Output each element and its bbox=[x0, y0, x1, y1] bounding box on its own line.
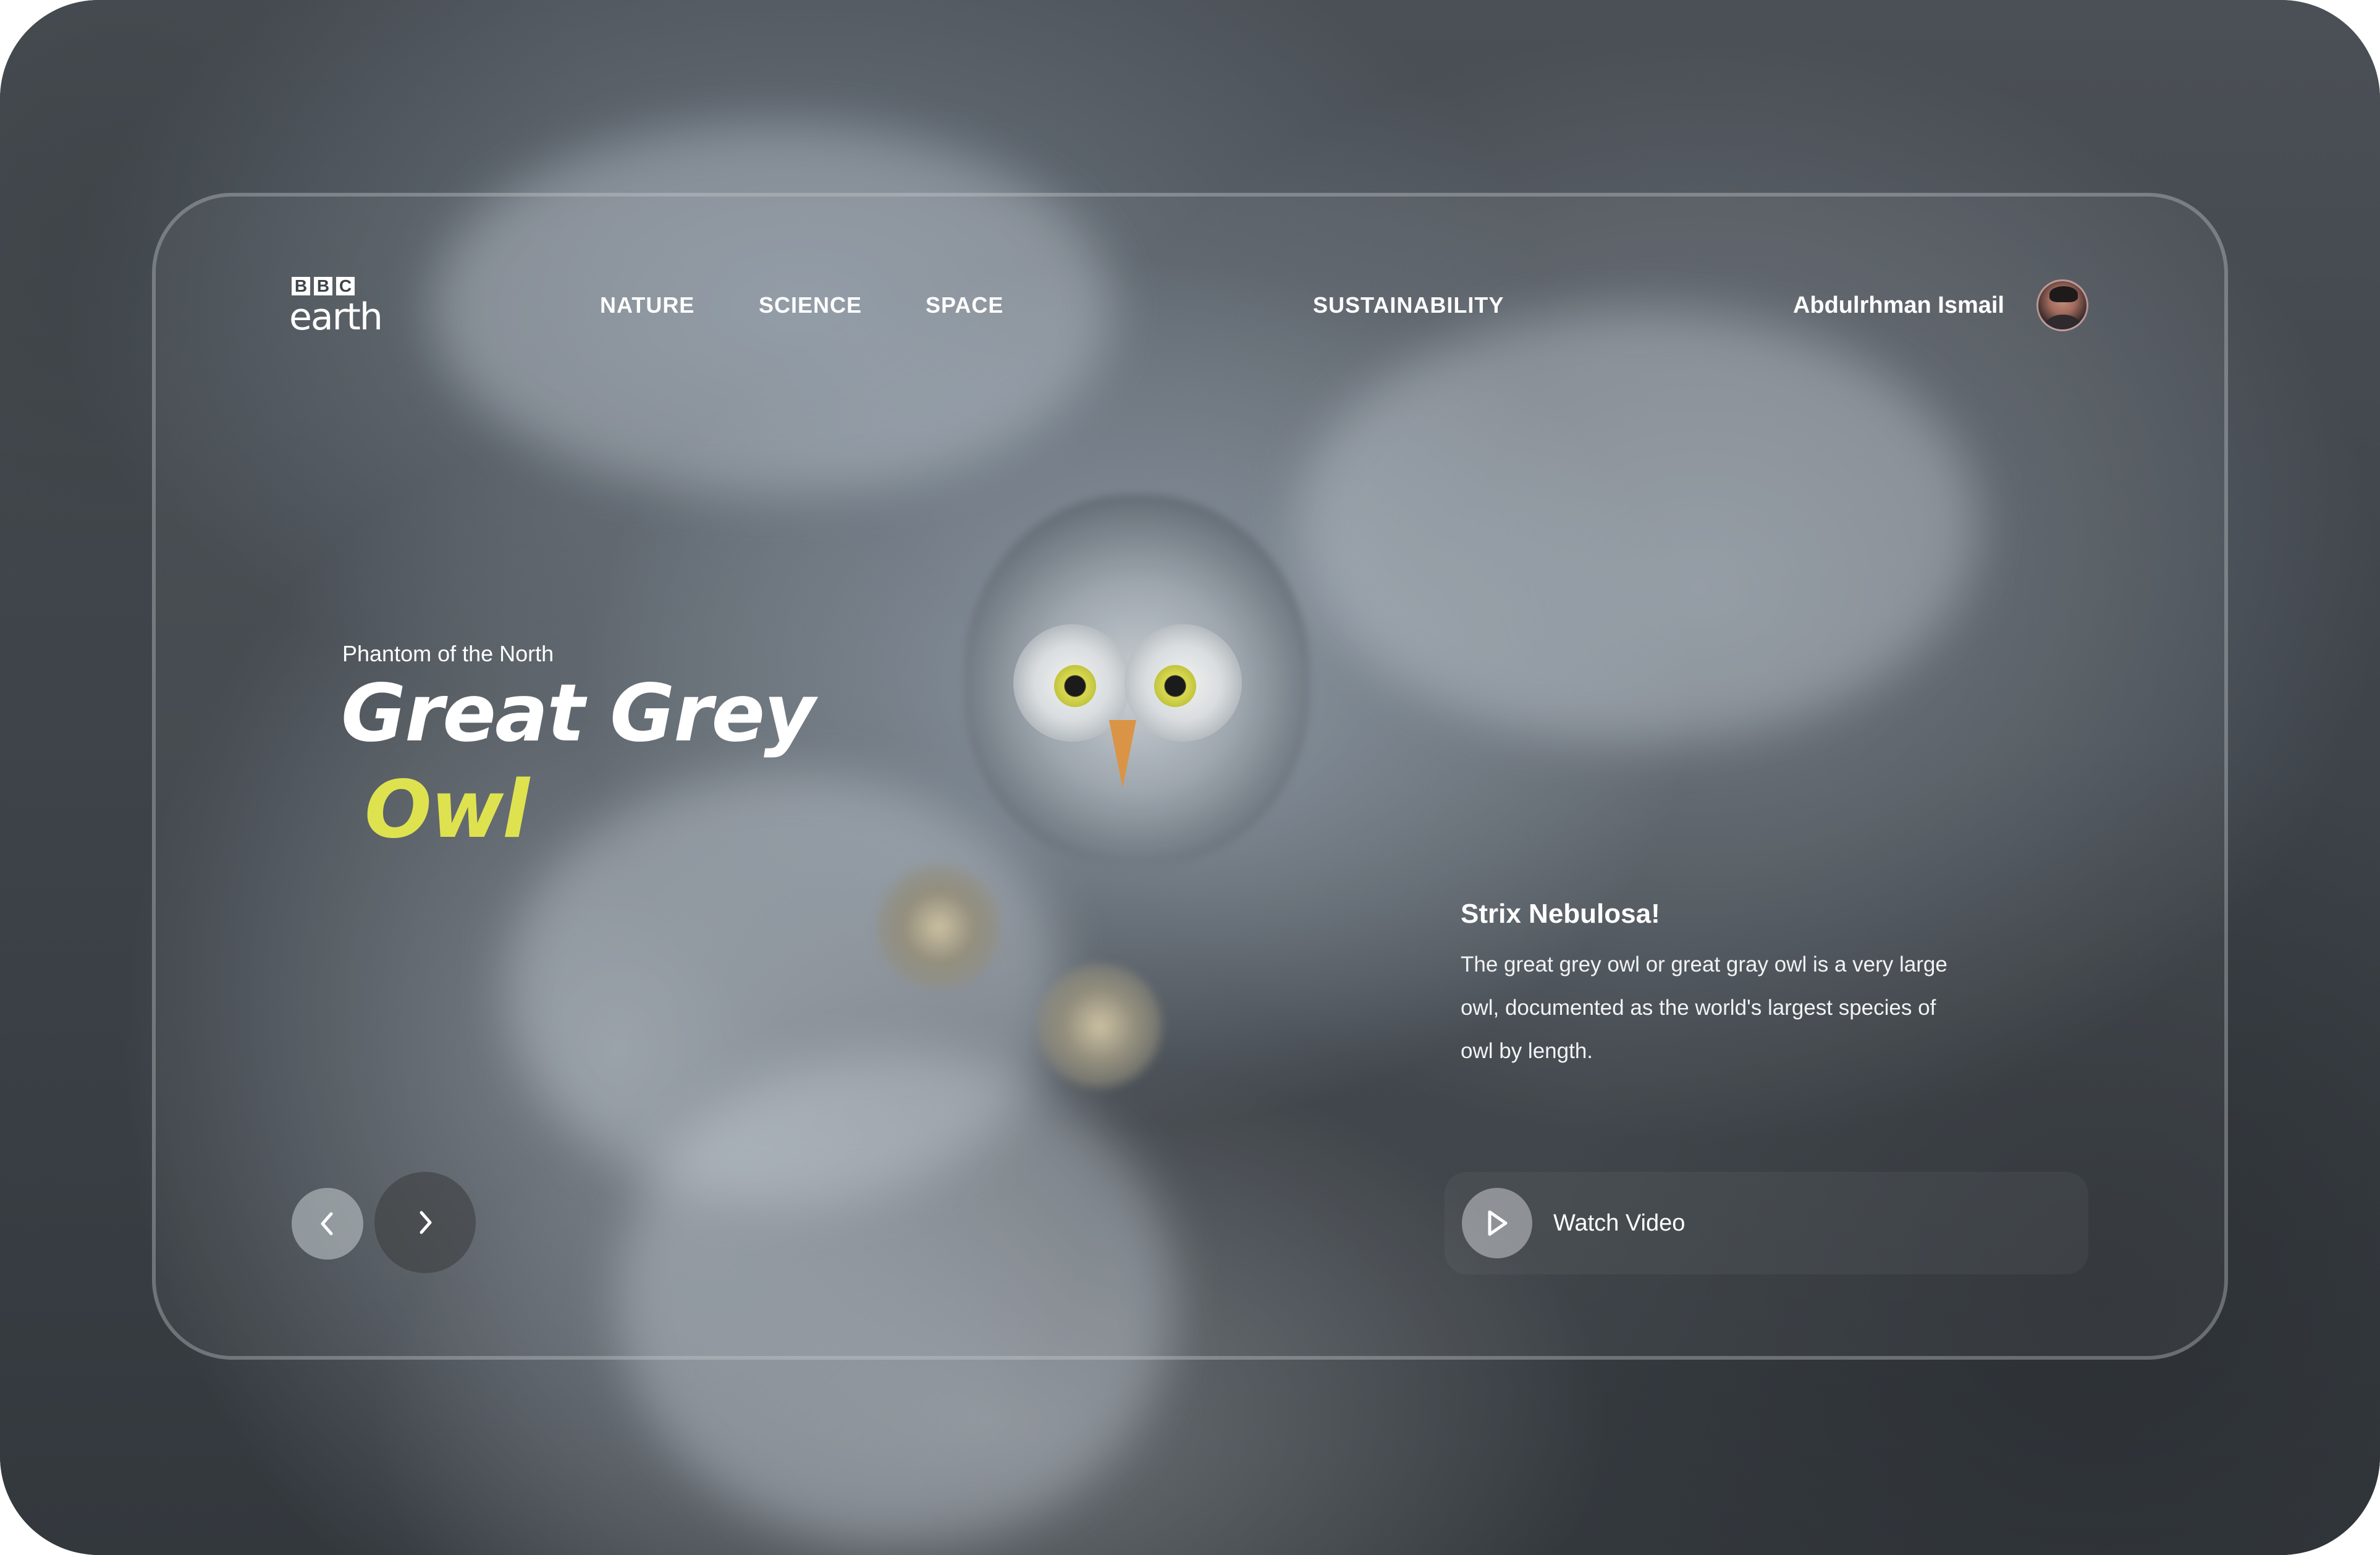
hero-title-line-2: Owl bbox=[365, 764, 530, 856]
chevron-left-icon bbox=[321, 1212, 333, 1235]
nav-item-nature[interactable]: NATURE bbox=[600, 292, 694, 319]
avatar[interactable] bbox=[2036, 279, 2088, 331]
user-name[interactable]: Abdulrhman Ismail bbox=[1793, 292, 2004, 319]
bbc-earth-logo[interactable]: B B C earth bbox=[289, 277, 390, 339]
logo-letter-c: C bbox=[336, 277, 355, 295]
nav-item-space[interactable]: SPACE bbox=[926, 292, 1003, 319]
chevron-right-icon bbox=[420, 1211, 432, 1234]
play-icon bbox=[1488, 1210, 1508, 1236]
hero-eyebrow: Phantom of the North bbox=[342, 641, 554, 666]
play-button[interactable] bbox=[1462, 1188, 1532, 1258]
watch-video-button[interactable]: Watch Video bbox=[1445, 1172, 2088, 1274]
next-slide-button[interactable] bbox=[374, 1172, 476, 1273]
previous-slide-button[interactable] bbox=[292, 1188, 363, 1260]
species-name: Strix Nebulosa! bbox=[1461, 899, 1660, 929]
avatar-shirt bbox=[2045, 315, 2082, 329]
logo-letter-b2: B bbox=[314, 277, 332, 295]
hero-title-line-1: Great Grey bbox=[341, 667, 816, 760]
nav-item-sustainability[interactable]: SUSTAINABILITY bbox=[1313, 292, 1504, 319]
watch-video-label: Watch Video bbox=[1553, 1210, 1686, 1236]
species-description: The great grey owl or great gray owl is … bbox=[1461, 952, 1947, 1063]
page: B B C earth NATURE SCIENCE SPACE SUSTAIN… bbox=[0, 0, 2380, 1555]
avatar-hair bbox=[2049, 286, 2078, 302]
logo-word: earth bbox=[289, 295, 383, 339]
nav-item-science[interactable]: SCIENCE bbox=[759, 292, 862, 319]
logo-letter-b1: B bbox=[292, 277, 310, 295]
